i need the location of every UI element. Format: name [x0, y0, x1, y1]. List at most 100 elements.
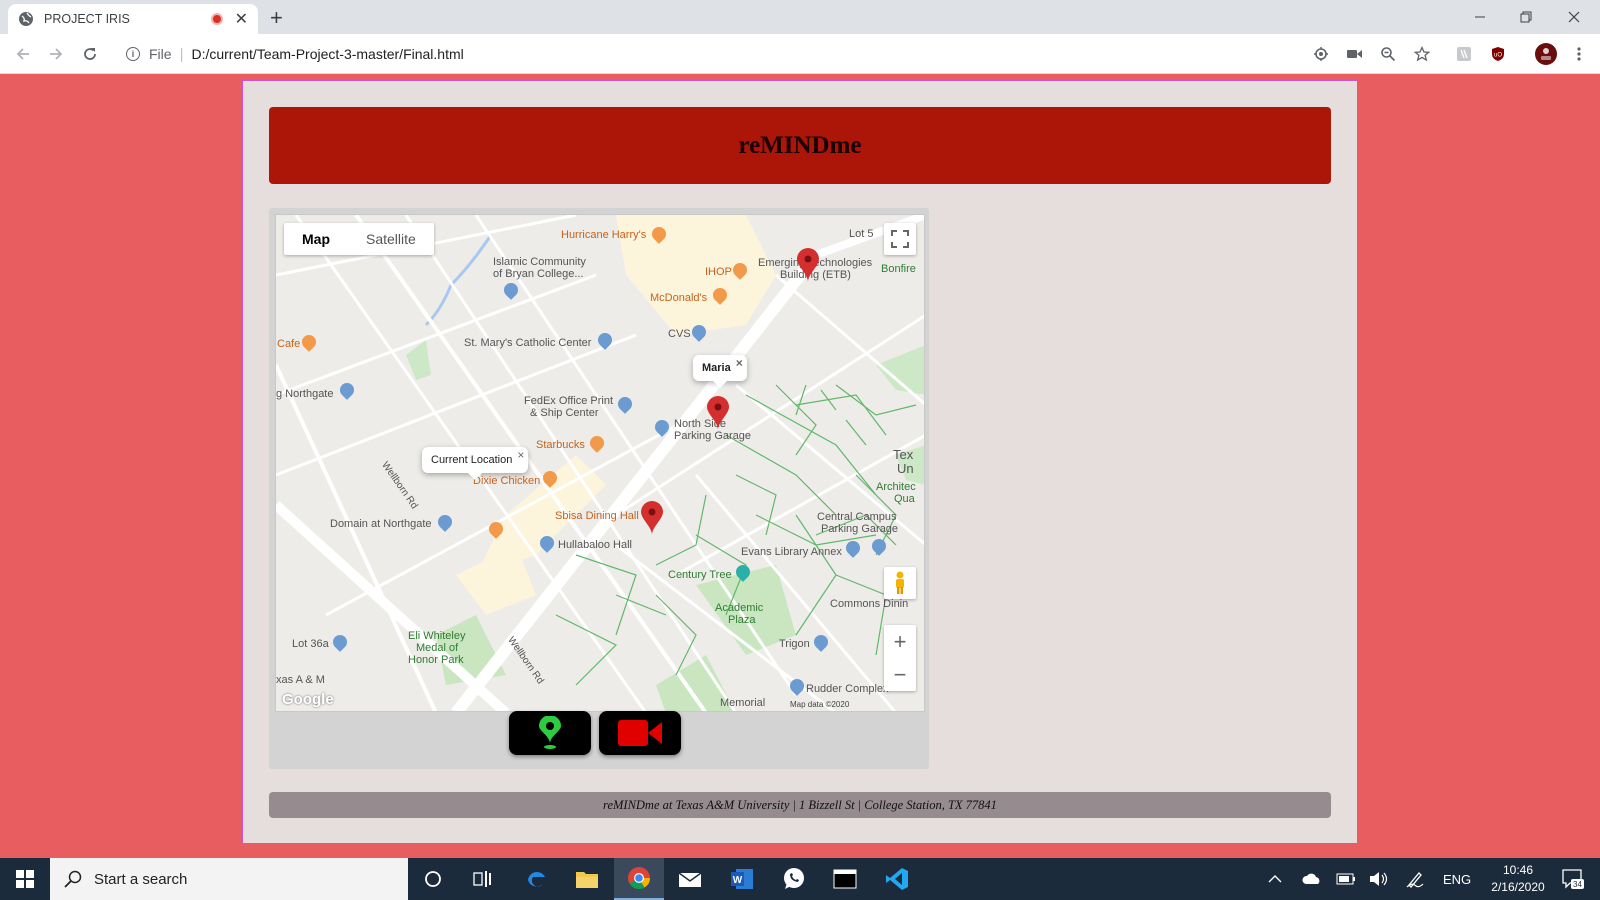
map-label: xas A & M	[276, 674, 325, 686]
map-type-control: Map Satellite	[284, 223, 434, 255]
map-marker-icon[interactable]	[797, 248, 819, 282]
zoom-in-button[interactable]: +	[884, 625, 916, 658]
pen-icon	[1406, 872, 1424, 888]
tab-close-button[interactable]: ✕	[235, 9, 248, 29]
mail-app[interactable]	[665, 858, 715, 900]
zoom-icon[interactable]	[1378, 44, 1398, 64]
info-window-current-location[interactable]: Current Location ×	[422, 447, 529, 480]
fullscreen-icon	[891, 230, 909, 248]
battery-button[interactable]	[1336, 858, 1356, 900]
map-type-satellite-button[interactable]: Satellite	[348, 223, 434, 255]
volume-icon	[1370, 872, 1388, 886]
globe-icon	[19, 12, 33, 26]
reload-button[interactable]	[79, 43, 101, 65]
info-window-close-button[interactable]: ×	[736, 356, 743, 370]
info-window-maria[interactable]: Maria ×	[693, 355, 747, 388]
task-view-button[interactable]	[458, 858, 508, 900]
tab-title: PROJECT IRIS	[44, 12, 130, 26]
cortana-icon	[425, 871, 441, 887]
map-label: Trigon	[779, 638, 810, 650]
menu-icon[interactable]	[1569, 44, 1589, 64]
show-hidden-icons-button[interactable]	[1268, 858, 1282, 900]
action-buttons	[509, 711, 681, 755]
map-label: Academic	[715, 602, 764, 614]
taskbar-clock[interactable]: 10:46 2/16/2020	[1478, 862, 1558, 896]
close-icon	[1568, 11, 1580, 23]
address-bar[interactable]: i File | D:/current/Team-Project-3-maste…	[116, 39, 1306, 69]
page-footer: reMINDme at Texas A&M University | 1 Biz…	[269, 792, 1331, 818]
browser-tab[interactable]: PROJECT IRIS ✕	[8, 4, 258, 34]
onedrive-button[interactable]	[1302, 858, 1322, 900]
google-logo: Google	[282, 691, 334, 708]
start-button[interactable]	[0, 858, 50, 900]
pen-workspace-button[interactable]	[1406, 858, 1424, 900]
map-label: Hullabaloo Hall	[558, 539, 632, 551]
input-language[interactable]: ENG	[1443, 858, 1471, 900]
street-view-button[interactable]	[884, 567, 916, 599]
new-tab-button[interactable]: +	[270, 5, 283, 31]
map-attribution[interactable]: Map data ©2020	[790, 700, 849, 709]
location-icon[interactable]	[1311, 44, 1331, 64]
word-app[interactable]: W	[717, 858, 767, 900]
whatsapp-app[interactable]	[769, 858, 819, 900]
back-button[interactable]	[12, 43, 34, 65]
extension-icon[interactable]	[1454, 44, 1474, 64]
map-label: Un	[897, 461, 914, 476]
restore-button[interactable]	[1503, 0, 1549, 34]
url-text: D:/current/Team-Project-3-master/Final.h…	[191, 46, 464, 62]
forward-button[interactable]	[45, 43, 67, 65]
volume-button[interactable]	[1369, 858, 1389, 900]
map-label: Tex	[893, 447, 914, 462]
map-label: Medal of	[416, 642, 459, 654]
close-window-button[interactable]	[1551, 0, 1597, 34]
browser-toolbar: i File | D:/current/Team-Project-3-maste…	[0, 34, 1600, 74]
map-label: Sbisa Dining Hall	[555, 510, 639, 522]
map-label: Bonfire	[881, 263, 916, 275]
map-base	[276, 215, 924, 711]
map-label: g Northgate	[276, 388, 334, 400]
fullscreen-button[interactable]	[884, 223, 916, 255]
map-label: St. Mary's Catholic Center	[464, 337, 592, 349]
location-button[interactable]	[509, 711, 591, 755]
cortana-button[interactable]	[408, 858, 458, 900]
forward-icon	[50, 48, 63, 60]
edge-app[interactable]	[511, 858, 561, 900]
clock-time: 10:46	[1502, 863, 1534, 877]
url-separator: |	[179, 45, 184, 63]
notification-center-button[interactable]: 34	[1558, 858, 1588, 900]
camera-icon[interactable]	[1345, 44, 1365, 64]
vscode-app[interactable]	[872, 858, 922, 900]
terminal-icon	[833, 869, 857, 889]
terminal-app[interactable]	[820, 858, 870, 900]
edge-icon	[528, 872, 545, 887]
battery-icon	[1336, 873, 1355, 885]
map-label: Plaza	[728, 614, 756, 626]
video-button[interactable]	[599, 711, 681, 755]
vscode-icon	[886, 868, 908, 890]
map-type-map-button[interactable]: Map	[284, 223, 348, 255]
page-header: reMINDme	[269, 107, 1331, 184]
taskbar-search[interactable]: Start a search	[50, 858, 408, 900]
svg-text:uO: uO	[1494, 53, 1502, 59]
info-icon[interactable]: i	[126, 47, 140, 61]
map-label: Starbucks	[536, 439, 585, 451]
file-explorer-icon	[576, 872, 598, 888]
map-label: Islamic Community	[493, 256, 586, 268]
shield-icon[interactable]: uO	[1488, 44, 1508, 64]
avatar[interactable]	[1534, 42, 1558, 66]
map-marker-icon[interactable]	[707, 396, 729, 430]
star-icon[interactable]	[1412, 44, 1432, 64]
svg-text:W: W	[733, 875, 743, 886]
chrome-app[interactable]	[614, 858, 664, 900]
zoom-out-button[interactable]: −	[884, 658, 916, 691]
map-card: Hurricane Harry's Islamic Community of B…	[269, 208, 929, 769]
google-map[interactable]: Hurricane Harry's Islamic Community of B…	[275, 214, 925, 712]
map-marker-icon[interactable]	[641, 501, 663, 535]
file-explorer-app[interactable]	[562, 858, 612, 900]
minimize-button[interactable]	[1457, 0, 1503, 34]
map-label: & Ship Center	[530, 407, 599, 419]
search-icon	[64, 870, 82, 888]
info-window-close-button[interactable]: ×	[517, 448, 524, 462]
page-title: reMINDme	[738, 131, 862, 159]
info-window-text: Maria	[702, 362, 731, 374]
